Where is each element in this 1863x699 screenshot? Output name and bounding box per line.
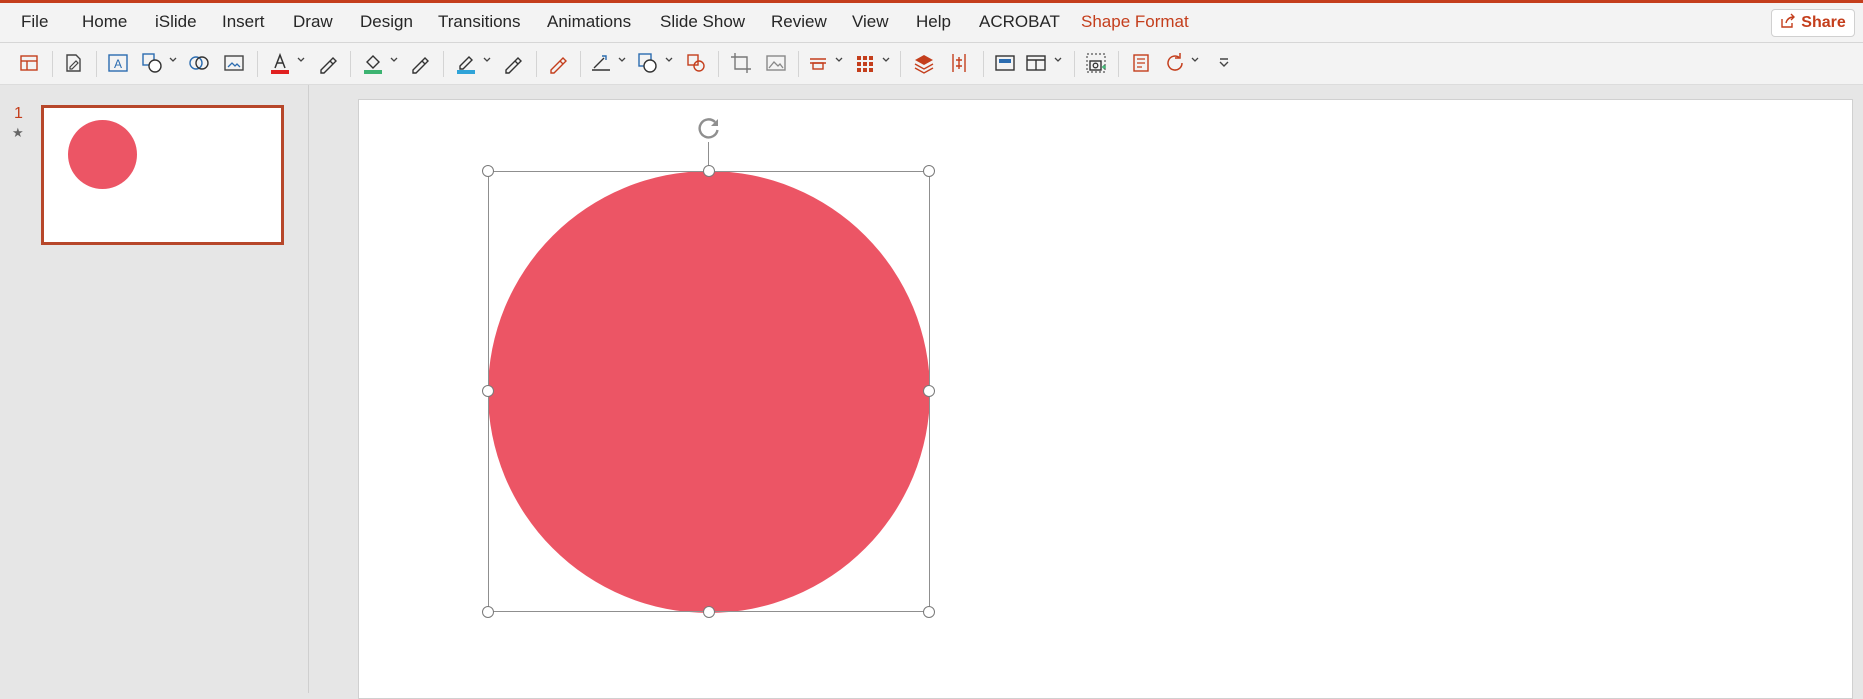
separator <box>443 51 444 77</box>
merge-shapes-icon[interactable] <box>187 51 211 75</box>
shape-effects-icon[interactable] <box>684 51 708 75</box>
separator <box>257 51 258 77</box>
tab-insert[interactable]: Insert <box>222 12 265 32</box>
tab-review[interactable]: Review <box>771 12 827 32</box>
separator <box>52 51 53 77</box>
tab-help[interactable]: Help <box>916 12 951 32</box>
animation-star-icon: ★ <box>12 125 24 140</box>
separator <box>983 51 984 77</box>
share-icon <box>1780 13 1796 34</box>
chevron-down-icon[interactable] <box>881 55 891 65</box>
tab-shape-format[interactable]: Shape Format <box>1081 12 1189 32</box>
outline-eyedropper-icon[interactable] <box>501 51 525 75</box>
crop-icon[interactable] <box>729 51 753 75</box>
line-style-icon[interactable] <box>589 51 613 75</box>
ribbon-tab-bar: File Home iSlide Insert Draw Design Tran… <box>0 3 1863 43</box>
tab-slide-show[interactable]: Slide Show <box>660 12 745 32</box>
layers-icon[interactable] <box>912 51 936 75</box>
separator <box>350 51 351 77</box>
separator <box>580 51 581 77</box>
text-eyedropper-icon[interactable] <box>316 51 340 75</box>
text-box-icon[interactable]: A <box>106 51 130 75</box>
rotate-icon[interactable] <box>1163 51 1187 75</box>
tab-acrobat[interactable]: ACROBAT <box>979 12 1060 32</box>
group-icon[interactable] <box>853 51 877 75</box>
distribute-icon[interactable] <box>947 51 971 75</box>
resize-handle-top-left[interactable] <box>482 165 494 177</box>
share-button[interactable]: Share <box>1771 9 1855 37</box>
align-icon[interactable] <box>806 51 830 75</box>
shape-outline-icon[interactable] <box>454 51 478 75</box>
tab-view[interactable]: View <box>852 12 889 32</box>
svg-text:A: A <box>114 57 122 71</box>
resize-handle-left[interactable] <box>482 385 494 397</box>
shape-style-icon[interactable] <box>636 51 660 75</box>
tab-home[interactable]: Home <box>82 12 127 32</box>
resize-handle-right[interactable] <box>923 385 935 397</box>
selection-pane-icon[interactable] <box>993 51 1017 75</box>
font-color-icon[interactable] <box>268 51 292 75</box>
tab-islide[interactable]: iSlide <box>155 12 197 32</box>
screenshot-icon[interactable] <box>1084 51 1108 75</box>
arrange-icon[interactable] <box>1024 51 1048 75</box>
edit-shape-icon[interactable] <box>61 51 85 75</box>
shape-fill-icon[interactable] <box>361 51 385 75</box>
fill-eyedropper-icon[interactable] <box>408 51 432 75</box>
chevron-down-icon[interactable] <box>296 55 306 65</box>
tab-transitions[interactable]: Transitions <box>438 12 521 32</box>
resize-handle-bottom-right[interactable] <box>923 606 935 618</box>
thumbnail-circle-shape <box>68 120 137 189</box>
chevron-down-icon[interactable] <box>482 55 492 65</box>
picture-icon[interactable] <box>764 51 788 75</box>
alt-text-icon[interactable] <box>222 51 246 75</box>
more-options-icon[interactable] <box>1212 51 1236 75</box>
tab-file[interactable]: File <box>21 12 48 32</box>
slide-number: 1 <box>14 105 23 122</box>
separator <box>96 51 97 77</box>
share-label: Share <box>1801 14 1846 31</box>
effects-eyedropper-icon[interactable] <box>546 51 570 75</box>
resize-handle-top-right[interactable] <box>923 165 935 177</box>
resize-handle-bottom[interactable] <box>703 606 715 618</box>
chevron-down-icon[interactable] <box>617 55 627 65</box>
rotate-handle-icon[interactable] <box>695 114 723 142</box>
separator <box>536 51 537 77</box>
chevron-down-icon[interactable] <box>834 55 844 65</box>
ribbon-toolbar: A <box>0 43 1863 85</box>
insert-shapes-icon[interactable] <box>17 51 41 75</box>
chevron-down-icon[interactable] <box>1190 55 1200 65</box>
shapes-gallery-icon[interactable] <box>140 51 164 75</box>
chevron-down-icon[interactable] <box>1053 55 1063 65</box>
chevron-down-icon[interactable] <box>168 55 178 65</box>
separator <box>1074 51 1075 77</box>
circle-shape[interactable] <box>488 171 930 613</box>
separator <box>718 51 719 77</box>
separator <box>798 51 799 77</box>
resize-handle-bottom-left[interactable] <box>482 606 494 618</box>
tab-design[interactable]: Design <box>360 12 413 32</box>
chevron-down-icon[interactable] <box>389 55 399 65</box>
resize-handle-top[interactable] <box>703 165 715 177</box>
separator <box>900 51 901 77</box>
slide-thumbnail[interactable] <box>41 105 284 245</box>
chevron-down-icon[interactable] <box>664 55 674 65</box>
tab-animations[interactable]: Animations <box>547 12 631 32</box>
tab-draw[interactable]: Draw <box>293 12 333 32</box>
separator <box>1118 51 1119 77</box>
format-pane-icon[interactable] <box>1129 51 1153 75</box>
